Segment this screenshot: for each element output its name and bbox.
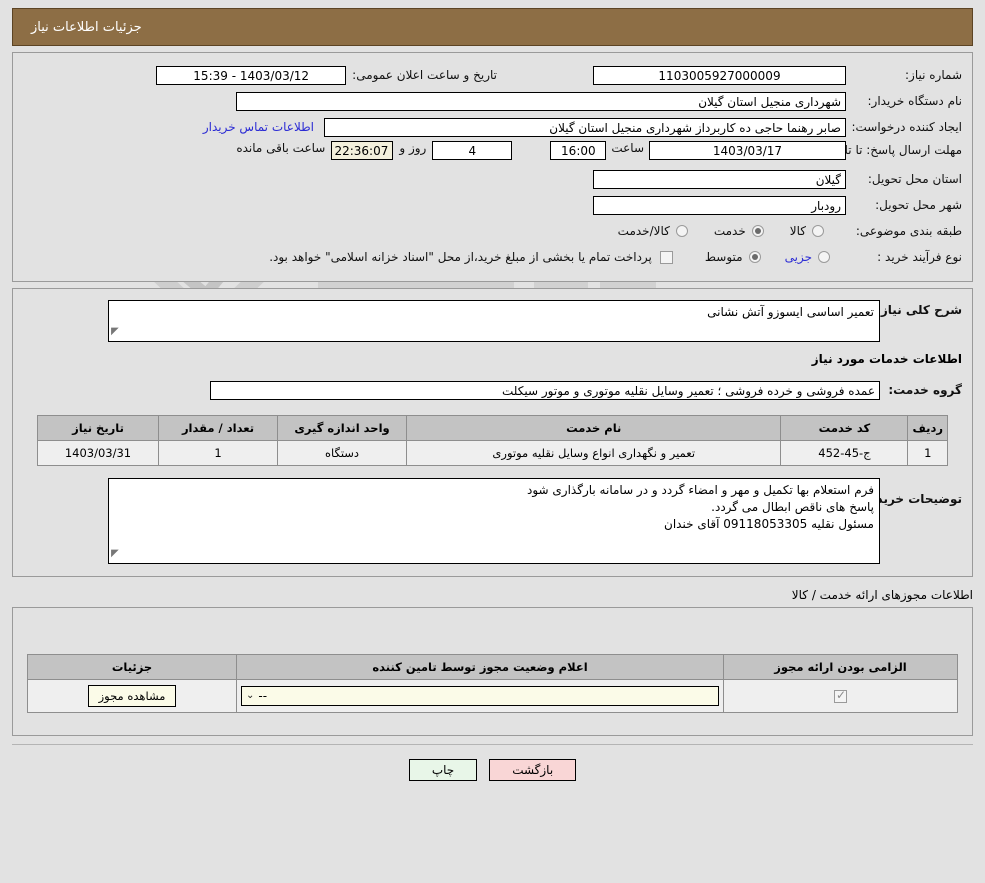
deadline-hour-label: ساعت <box>611 141 644 155</box>
buyer-org-label: نام دستگاه خریدار: <box>867 94 963 108</box>
province-label: استان محل تحویل: <box>867 172 962 186</box>
service-group-row: گروه خدمت: عمده فروشی و خرده فروشی ؛ تعم… <box>23 378 962 402</box>
permit-required-checkbox <box>834 688 847 703</box>
need-number-label: شماره نیاز: <box>905 68 962 82</box>
need-number-row: شماره نیاز: 1103005927000009 تاریخ و ساع… <box>23 63 962 87</box>
services-table-wrap: ردیف کد خدمت نام خدمت واحد اندازه گیری ت… <box>23 415 962 466</box>
creator-value: صابر رهنما حاجی ده کاربرداز شهرداری منجی… <box>324 117 846 137</box>
col-service-name: نام خدمت <box>405 415 782 441</box>
view-permit-button[interactable]: مشاهده مجوز <box>87 685 177 707</box>
city-row: شهر محل تحویل: رودبار <box>23 193 962 217</box>
process-option-label: متوسط <box>704 250 743 264</box>
need-summary-panel: شماره نیاز: 1103005927000009 تاریخ و ساع… <box>12 52 973 282</box>
col-need-date: تاریخ نیاز <box>37 415 159 441</box>
services-table: ردیف کد خدمت نام خدمت واحد اندازه گیری ت… <box>37 415 948 466</box>
cell-service-code: ج-45-452 <box>780 440 909 466</box>
chevron-down-icon: ⌄ <box>246 690 255 701</box>
cell-unit: دستگاه <box>277 440 407 466</box>
permits-panel: الزامی بودن ارائه مجوز اعلام وضعیت مجوز … <box>12 607 973 736</box>
province-row: استان محل تحویل: گیلان <box>23 167 962 191</box>
city-value: رودبار <box>593 195 846 215</box>
deadline-hour-value: 16:00 <box>550 141 607 160</box>
permits-section-title: اطلاعات مجوزهای ارائه خدمت / کالا <box>791 588 973 602</box>
process-row: نوع فرآیند خرید : جزیی متوسط پرداخت تمام… <box>23 245 962 269</box>
category-label: طبقه بندی موضوعی: <box>855 224 962 238</box>
services-table-header-row: ردیف کد خدمت نام خدمت واحد اندازه گیری ت… <box>37 415 948 441</box>
table-row: ⌄ -- مشاهده مجوز <box>27 679 958 713</box>
buyer-note-line: فرم استعلام بها تکمیل و مهر و امضاء گردد… <box>527 483 874 497</box>
general-description-text: تعمیر اساسی ایسوزو آتش نشانی <box>707 305 874 319</box>
buyer-note-line: پاسخ های ناقص ابطال می گردد. <box>711 500 874 514</box>
cell-quantity: 1 <box>158 440 278 466</box>
permit-status-value: -- <box>258 689 268 703</box>
announce-label: تاریخ و ساعت اعلان عمومی: <box>352 68 497 82</box>
announce-value: 1403/03/12 - 15:39 <box>156 65 347 85</box>
general-description-row: شرح کلی نیاز: تعمیر اساسی ایسوزو آتش نشا… <box>23 300 962 342</box>
page-header: جزئیات اطلاعات نیاز <box>12 8 973 46</box>
footer-actions: بازگشت چاپ <box>0 759 985 781</box>
province-value: گیلان <box>593 169 846 189</box>
buyer-notes-value: فرم استعلام بها تکمیل و مهر و امضاء گردد… <box>108 478 880 564</box>
cell-permit-required <box>723 679 958 713</box>
back-button[interactable]: بازگشت <box>489 759 577 781</box>
permit-status-select[interactable]: ⌄ -- <box>241 686 719 706</box>
cell-service-name: تعمیر و نگهداری انواع وسایل نقلیه موتوری <box>405 440 782 466</box>
buyer-notes-label: توضیحات خریدار: <box>860 492 962 506</box>
permits-table: الزامی بودن ارائه مجوز اعلام وضعیت مجوز … <box>27 654 958 713</box>
resize-grip-icon[interactable]: ◥ <box>111 323 119 340</box>
col-row-no: ردیف <box>907 415 948 441</box>
services-section-title: اطلاعات خدمات مورد نیاز <box>811 352 962 366</box>
need-number-value: 1103005927000009 <box>593 65 846 85</box>
col-quantity: تعداد / مقدار <box>158 415 278 441</box>
remaining-days-unit: روز و <box>399 141 427 155</box>
permits-table-header-row: الزامی بودن ارائه مجوز اعلام وضعیت مجوز … <box>27 654 958 680</box>
divider <box>12 744 973 745</box>
cell-need-date: 1403/03/31 <box>37 440 159 466</box>
table-row: 1 ج-45-452 تعمیر و نگهداری انواع وسایل ن… <box>37 440 948 466</box>
category-radio-goods[interactable] <box>812 225 824 237</box>
service-group-value: عمده فروشی و خرده فروشی ؛ تعمیر وسایل نق… <box>210 380 880 400</box>
page-title: جزئیات اطلاعات نیاز <box>31 19 142 35</box>
category-option-label: خدمت <box>713 224 746 238</box>
col-permit-required: الزامی بودن ارائه مجوز <box>723 654 958 680</box>
category-radio-service[interactable] <box>751 225 764 237</box>
creator-row: ایجاد کننده درخواست: صابر رهنما حاجی ده … <box>23 115 962 139</box>
remaining-suffix: ساعت باقی مانده <box>236 141 326 155</box>
category-row: طبقه بندی موضوعی: کالا خدمت کالا/خدمت <box>23 219 962 243</box>
remaining-days-value: 4 <box>432 141 513 160</box>
general-description-label: شرح کلی نیاز: <box>876 303 962 317</box>
col-permit-details: جزئیات <box>27 654 237 680</box>
process-label: نوع فرآیند خرید : <box>877 250 962 264</box>
city-label: شهر محل تحویل: <box>875 198 962 212</box>
process-option-label: جزیی <box>784 250 812 264</box>
general-description-panel: شرح کلی نیاز: تعمیر اساسی ایسوزو آتش نشا… <box>12 288 973 577</box>
category-option-label: کالا <box>789 224 806 238</box>
col-permit-status: اعلام وضعیت مجوز توسط تامین کننده <box>236 654 724 680</box>
col-service-code: کد خدمت <box>780 415 909 441</box>
general-description-value: تعمیر اساسی ایسوزو آتش نشانی ◥ <box>108 300 880 342</box>
treasury-payment-note: پرداخت تمام یا بخشی از مبلغ خرید،از محل … <box>269 250 652 264</box>
category-radio-goods-service[interactable] <box>675 225 688 237</box>
category-option-label: کالا/خدمت <box>617 224 670 238</box>
buyer-notes-row: توضیحات خریدار: فرم استعلام بها تکمیل و … <box>23 478 962 564</box>
service-group-label: گروه خدمت: <box>888 383 962 397</box>
remaining-clock-value: 22:36:07 <box>331 141 394 160</box>
deadline-date-value: 1403/03/17 <box>649 141 846 160</box>
deadline-row: مهلت ارسال پاسخ: تا تاریخ: 1403/03/17 سا… <box>23 141 962 165</box>
buyer-org-value: شهرداری منجیل استان گیلان <box>236 91 846 111</box>
cell-row-no: 1 <box>907 440 948 466</box>
process-radio-minor[interactable] <box>818 251 830 263</box>
cell-permit-details: مشاهده مجوز <box>27 679 237 713</box>
resize-grip-icon[interactable]: ◥ <box>111 545 119 562</box>
buyer-org-row: نام دستگاه خریدار: شهرداری منجیل استان گ… <box>23 89 962 113</box>
creator-label: ایجاد کننده درخواست: <box>851 120 962 134</box>
col-unit: واحد اندازه گیری <box>277 415 407 441</box>
deadline-label: مهلت ارسال پاسخ: تا تاریخ: <box>823 143 962 157</box>
print-button[interactable]: چاپ <box>408 759 478 781</box>
process-radio-medium[interactable] <box>748 251 761 263</box>
buyer-contact-link[interactable]: اطلاعات تماس خریدار <box>203 120 314 134</box>
treasury-payment-checkbox[interactable] <box>659 250 673 264</box>
buyer-note-line: مسئول نقلیه 09118053305 آقای خندان <box>664 517 874 531</box>
cell-permit-status: ⌄ -- <box>236 679 724 713</box>
